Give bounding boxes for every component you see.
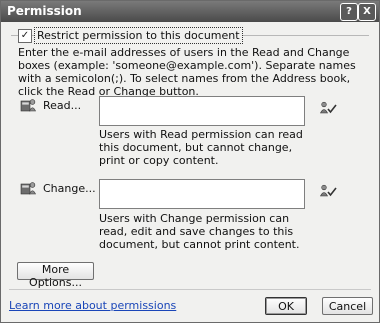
change-field[interactable] — [99, 179, 305, 209]
change-button[interactable]: Change... — [43, 182, 96, 195]
restrict-checkbox-label[interactable]: Restrict permission to this document — [34, 27, 243, 44]
permission-dialog: Permission ? X ✓ Restrict permission to … — [0, 0, 380, 323]
change-check-names-icon[interactable] — [319, 184, 337, 198]
read-check-names-icon[interactable] — [319, 101, 337, 115]
title-bar: Permission ? X — [1, 1, 379, 22]
restrict-checkbox[interactable]: ✓ — [18, 29, 32, 43]
read-address-book-icon[interactable] — [20, 98, 37, 112]
read-button[interactable]: Read... — [43, 99, 81, 112]
instructions-text: Enter the e-mail addresses of users in t… — [18, 46, 356, 98]
more-options-button[interactable]: More Options... — [17, 262, 94, 289]
cancel-button[interactable]: Cancel — [322, 297, 373, 315]
close-button[interactable]: X — [358, 3, 376, 21]
dialog-title: Permission — [7, 4, 82, 18]
footer-separator — [9, 289, 371, 290]
change-help-text: Users with Change permission can read, e… — [99, 212, 300, 251]
ok-button[interactable]: OK — [265, 297, 307, 315]
read-help-text: Users with Read permission can read this… — [99, 128, 303, 167]
change-address-book-icon[interactable] — [20, 181, 37, 195]
learn-more-link[interactable]: Learn more about permissions — [9, 299, 176, 312]
read-field[interactable] — [99, 96, 305, 126]
help-button[interactable]: ? — [340, 3, 358, 21]
